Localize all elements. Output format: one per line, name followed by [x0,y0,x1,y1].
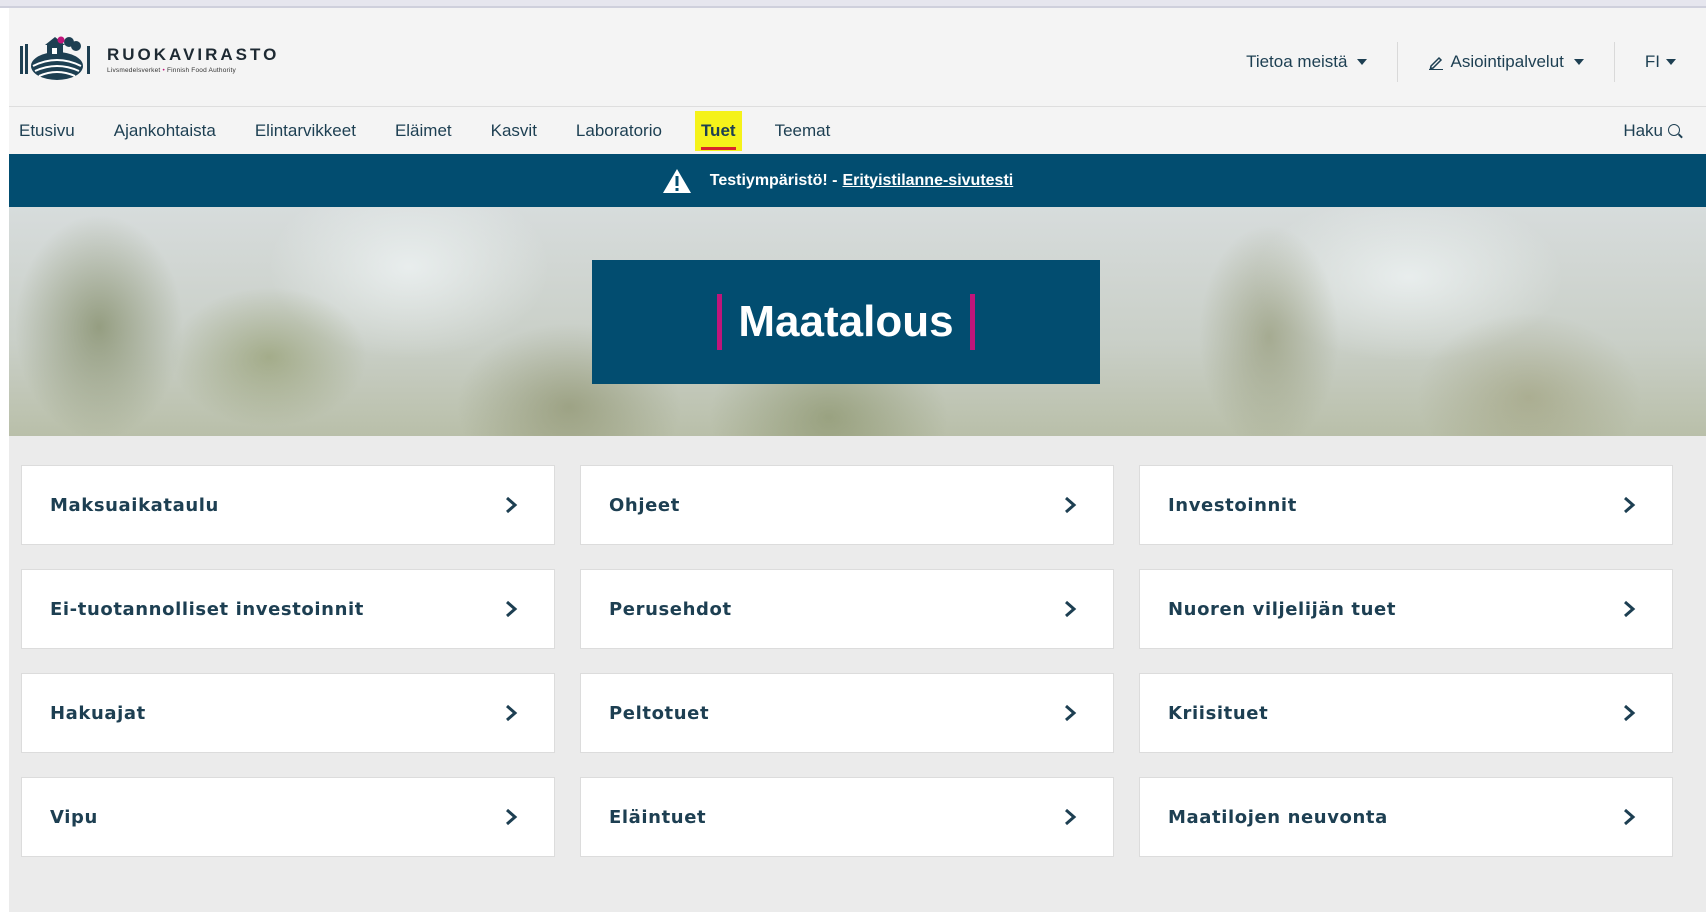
chevron-right-icon [506,808,518,826]
language-label: FI [1644,52,1660,71]
banner-link[interactable]: Erityistilanne-sivutesti [843,172,1014,190]
search-label: Haku [1623,121,1663,140]
browser-top-border [0,0,1706,8]
chevron-right-icon [1624,496,1636,514]
card-label: Kriisituet [1168,702,1269,724]
search-icon [1668,124,1680,136]
language-menu[interactable]: FI [1613,42,1706,82]
page: RUOKAVIRASTO Livsmedelsverket • Finnish … [9,8,1706,912]
hero-image: Maatalous [9,207,1706,436]
card-elaintuet[interactable]: Eläintuet [580,777,1114,857]
page-title: Maatalous [717,294,975,350]
card-label: Maatilojen neuvonta [1168,806,1388,828]
chevron-right-icon [1624,808,1636,826]
nav-item-kasvit[interactable]: Kasvit [491,107,537,155]
site-logo[interactable]: RUOKAVIRASTO Livsmedelsverket • Finnish … [19,36,279,82]
logo-sub-left: Livsmedelsverket [107,66,161,74]
warning-icon [662,168,691,193]
nav-items: Etusivu Ajankohtaista Elintarvikkeet Elä… [19,107,869,155]
logo-name: RUOKAVIRASTO [107,44,280,64]
card-maksuaikataulu[interactable]: Maksuaikataulu [21,465,555,545]
chevron-right-icon [506,600,518,618]
card-label: Vipu [50,806,98,828]
card-label: Ei-tuotannolliset investoinnit [50,598,364,620]
top-links: Tietoa meistä Asiointipalvelut FI [1216,42,1706,82]
nav-item-etusivu[interactable]: Etusivu [19,107,75,155]
chevron-right-icon [1065,808,1077,826]
link-cards-grid: Maksuaikataulu Ohjeet Investoinnit Ei-tu… [21,465,1696,857]
about-us-menu[interactable]: Tietoa meistä [1216,42,1397,82]
card-ohjeet[interactable]: Ohjeet [580,465,1114,545]
search-button[interactable]: Haku [1623,107,1680,155]
nav-item-teemat[interactable]: Teemat [775,107,831,155]
card-label: Hakuajat [50,702,146,724]
logo-sub-separator: • [162,66,165,74]
banner-text: Testiympäristö! - [709,171,838,189]
chevron-down-icon [1666,59,1676,65]
logo-subtitle: Livsmedelsverket • Finnish Food Authorit… [107,67,279,74]
chevron-right-icon [1065,704,1077,722]
card-label: Nuoren viljelijän tuet [1168,598,1397,620]
nav-item-laboratorio[interactable]: Laboratorio [576,107,662,155]
card-ei-tuotannolliset-investoinnit[interactable]: Ei-tuotannolliset investoinnit [21,569,555,649]
card-label: Maksuaikataulu [50,494,219,516]
card-vipu[interactable]: Vipu [21,777,555,857]
card-label: Perusehdot [609,598,732,620]
ruokavirasto-logo-icon [20,36,90,80]
card-nuoren-viljelijan-tuet[interactable]: Nuoren viljelijän tuet [1139,569,1673,649]
logo-sub-right: Finnish Food Authority [166,66,237,74]
e-services-menu[interactable]: Asiointipalvelut [1397,42,1613,82]
card-maatilojen-neuvonta[interactable]: Maatilojen neuvonta [1139,777,1673,857]
card-label: Investoinnit [1168,494,1297,516]
card-label: Eläintuet [609,806,707,828]
card-label: Ohjeet [609,494,680,516]
chevron-right-icon [506,704,518,722]
hero-title-box: Maatalous [592,260,1100,384]
chevron-right-icon [1065,600,1077,618]
chevron-down-icon [1573,59,1584,65]
card-investoinnit[interactable]: Investoinnit [1139,465,1673,545]
chevron-right-icon [506,496,518,514]
chevron-right-icon [1624,600,1636,618]
card-kriisituet[interactable]: Kriisituet [1139,673,1673,753]
chevron-right-icon [1624,704,1636,722]
card-hakuajat[interactable]: Hakuajat [21,673,555,753]
logo-text: RUOKAVIRASTO Livsmedelsverket • Finnish … [107,45,279,74]
test-environment-banner: Testiympäristö! - Erityistilanne-sivutes… [9,154,1706,207]
site-header: RUOKAVIRASTO Livsmedelsverket • Finnish … [9,8,1706,106]
card-perusehdot[interactable]: Perusehdot [580,569,1114,649]
nav-item-tuet[interactable]: Tuet [694,111,742,151]
pen-icon [1429,56,1444,70]
e-services-label: Asiointipalvelut [1450,52,1564,71]
main-nav: Etusivu Ajankohtaista Elintarvikkeet Elä… [9,106,1706,154]
chevron-right-icon [1065,496,1077,514]
about-us-label: Tietoa meistä [1246,52,1348,71]
nav-item-elintarvikkeet[interactable]: Elintarvikkeet [255,107,356,155]
card-peltotuet[interactable]: Peltotuet [580,673,1114,753]
nav-item-ajankohtaista[interactable]: Ajankohtaista [114,107,216,155]
chevron-down-icon [1357,59,1368,65]
card-label: Peltotuet [609,702,710,724]
nav-item-elaimet[interactable]: Eläimet [395,107,452,155]
